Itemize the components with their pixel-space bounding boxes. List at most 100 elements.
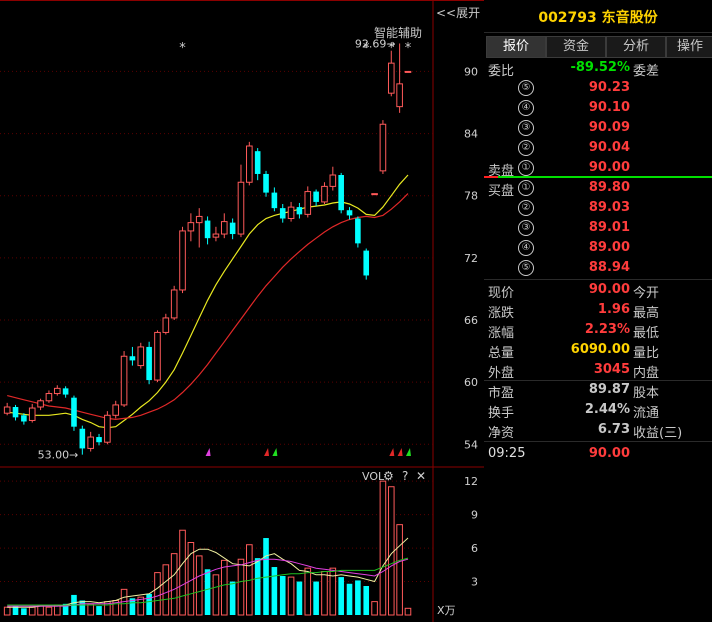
candle-body — [3, 406, 11, 414]
candle-body — [237, 181, 245, 235]
price-tick-label: 90 — [464, 65, 478, 78]
volume-unit-label: X万 — [437, 604, 456, 617]
candle-body — [112, 404, 120, 416]
volume-bar — [279, 575, 286, 615]
price-tick-label: 78 — [464, 190, 478, 203]
sell-level-3: ③ 90.09 — [484, 118, 712, 138]
stat-value: 2.23% — [584, 322, 630, 337]
stat-row: 现价 90.00 今开 — [484, 280, 712, 301]
signal-arrow-icon — [264, 448, 270, 456]
volume-bar — [313, 581, 319, 615]
tab-funds[interactable]: 资金 — [546, 36, 606, 58]
weibi-row: 委比 -89.52% 委差 — [484, 58, 712, 79]
volume-bar — [179, 529, 186, 616]
tick-row: 09:25 90.00 — [484, 444, 712, 464]
stat-row: 涨幅 2.23% 最低 — [484, 320, 712, 341]
level-3-icon: ③ — [518, 120, 534, 136]
candle-body — [154, 331, 161, 381]
smart-assist-label[interactable]: 智能辅助 — [374, 24, 422, 41]
level-2-icon: ② — [518, 200, 534, 216]
stat-label-2: 今开 — [633, 286, 660, 301]
candle-body — [21, 415, 27, 422]
buy-price: 89.03 — [588, 200, 630, 215]
tab-analysis[interactable]: 分析 — [606, 36, 666, 58]
candle-body — [321, 185, 328, 203]
volume-bar — [296, 581, 303, 615]
book-separator — [484, 176, 712, 178]
volume-bar — [195, 555, 203, 616]
volume-tick-label: 3 — [471, 576, 478, 589]
price-tick-label: 84 — [464, 128, 478, 141]
star-marker-icon: * — [405, 41, 412, 56]
kline-chart-area[interactable]: 90 84 78 72 66 60 54 12 9 6 3 VOL ⚙? ✕ X万 92.69→ 53.00→ *… — [0, 0, 484, 622]
stat-value: 1.96 — [597, 302, 630, 317]
panel-tabs: 报价 资金 分析 操作 — [484, 36, 712, 58]
kline-chart[interactable]: 9084787266605412963VOL⚙? ✕X万92.69→53.00→*… — [0, 0, 484, 622]
candle-body — [379, 123, 387, 172]
candle-body — [304, 191, 312, 215]
candle-body — [162, 317, 170, 333]
signal-arrow-icon — [205, 448, 211, 456]
weibi-value: -89.52% — [570, 60, 630, 75]
stat-label-2: 内盘 — [633, 366, 660, 381]
sell-level-4: ④ 90.10 — [484, 98, 712, 118]
candle-body — [279, 208, 286, 219]
price-tick-label: 66 — [464, 314, 478, 327]
volume-bar — [371, 601, 378, 616]
stat-value: 90.00 — [588, 282, 630, 297]
stat-label: 换手 — [488, 406, 515, 421]
tab-operation[interactable]: 操作 — [666, 36, 712, 58]
weibi-label: 委比 — [488, 64, 515, 79]
candle-body — [271, 192, 278, 209]
level-4-icon: ④ — [518, 100, 534, 116]
price-tick-label: 72 — [464, 252, 478, 265]
volume-bar — [355, 580, 361, 615]
candle-body — [212, 233, 220, 238]
separator-red — [484, 176, 498, 178]
candle-body — [104, 414, 111, 443]
volume-bar — [396, 524, 403, 616]
volume-bar — [271, 567, 278, 615]
sell-level-5: ⑤ 90.23 — [484, 78, 712, 98]
candle-body — [129, 356, 136, 361]
volume-bar — [363, 586, 370, 615]
candle-body — [346, 210, 353, 216]
candle-body — [263, 173, 269, 193]
sell-price: 90.09 — [588, 120, 630, 135]
volume-bar — [346, 583, 353, 615]
candle-body — [187, 222, 195, 232]
sell-level-2: ② 90.04 — [484, 138, 712, 158]
price-tick-label: 60 — [464, 376, 478, 389]
volume-bar — [28, 606, 36, 616]
tab-quote[interactable]: 报价 — [486, 36, 546, 58]
candle-body — [355, 218, 361, 244]
volume-bar — [204, 569, 211, 615]
volume-bar — [96, 606, 102, 615]
volume-bar — [87, 603, 94, 616]
volume-bar — [237, 558, 245, 616]
stat-row: 换手 2.44% 流通 — [484, 400, 712, 421]
candle-body — [62, 388, 69, 395]
candle-body — [120, 355, 128, 406]
candle-body — [12, 407, 19, 418]
level-5-icon: ⑤ — [518, 80, 534, 96]
buy-label: 买盘 — [488, 184, 515, 199]
expand-button[interactable]: <<展开 — [436, 4, 480, 21]
volume-bar — [321, 571, 328, 616]
candle-body — [195, 215, 203, 224]
buy-level-5: ⑤ 88.94 — [484, 258, 712, 278]
stat-label-2: 最高 — [633, 306, 660, 321]
level-1-icon: ① — [518, 160, 534, 176]
volume-bar — [338, 577, 344, 615]
candle-body — [329, 174, 337, 187]
stat-label-2: 股本 — [633, 386, 660, 401]
volume-bar — [162, 564, 170, 616]
buy-price: 88.94 — [588, 260, 630, 275]
weicha-label: 委差 — [633, 64, 660, 79]
low-price-annotation: 53.00→ — [38, 449, 79, 462]
tick-price: 90.00 — [588, 446, 630, 461]
price-tick-label: 54 — [464, 438, 478, 451]
volume-bar — [329, 567, 337, 616]
candle-body — [45, 393, 53, 402]
stat-label-2: 收益(三) — [633, 426, 683, 441]
